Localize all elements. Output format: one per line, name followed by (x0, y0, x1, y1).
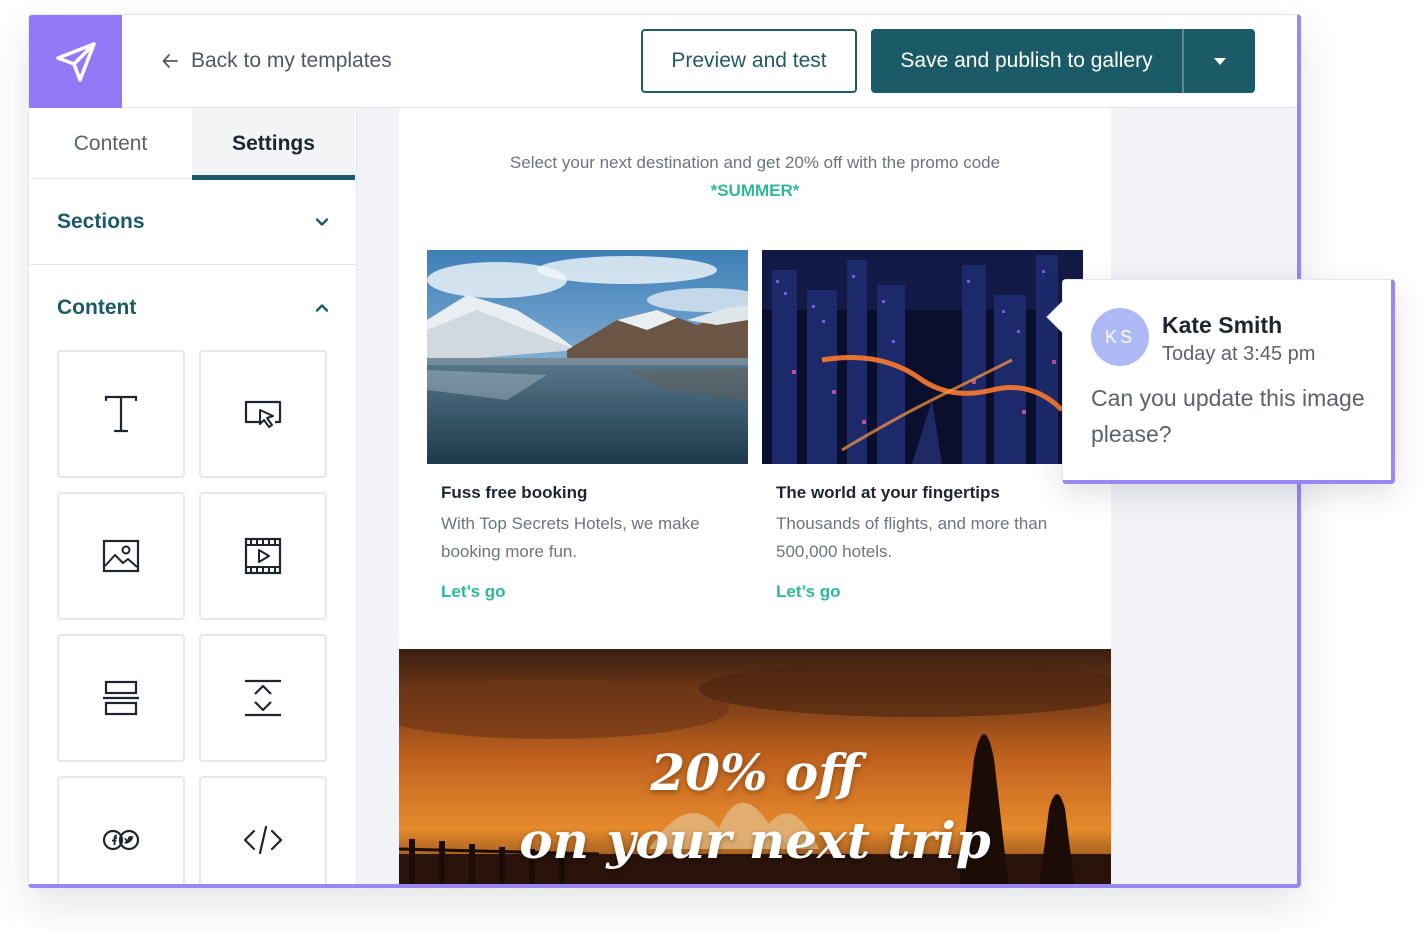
card-title: Fuss free booking (441, 483, 588, 502)
app-logo[interactable] (29, 15, 122, 108)
email-preview: Select your next destination and get 20%… (399, 108, 1111, 884)
sidebar: Content Settings Sections Content (29, 108, 357, 884)
sections-accordion-label: Sections (57, 209, 145, 233)
banner-headline: 20% off (650, 743, 860, 802)
social-block[interactable] (57, 776, 185, 884)
back-to-templates-link[interactable]: Back to my templates (161, 49, 392, 73)
image-icon (102, 539, 140, 573)
content-accordion-label: Content (57, 296, 137, 319)
email-card-world: The world at your fingertips Thousands o… (762, 250, 1083, 601)
content-accordion[interactable]: Content (29, 265, 356, 351)
comment-text: Can you update this image please? (1091, 385, 1365, 447)
email-card-booking: Fuss free booking With Top Secrets Hotel… (427, 250, 748, 601)
preview-and-test-button[interactable]: Preview and test (641, 29, 857, 93)
spacer-icon (245, 679, 281, 717)
card-title: The world at your fingertips (776, 483, 1000, 502)
social-icon (102, 829, 140, 851)
chevron-up-icon (315, 304, 329, 312)
button-block[interactable] (199, 350, 327, 478)
mountain-lake-graphic (427, 250, 748, 464)
tab-content[interactable]: Content (29, 108, 192, 179)
comment-timestamp: Today at 3:45 pm (1162, 343, 1316, 365)
card-link[interactable]: Let’s go (441, 582, 506, 602)
code-block[interactable] (199, 776, 327, 884)
comment-popover[interactable]: KS Kate Smith Today at 3:45 pm Can you u… (1046, 279, 1395, 484)
card-description: Thousands of flights, and more than 500,… (776, 514, 1048, 561)
promo-code: *SUMMER* (710, 181, 800, 200)
promo-banner[interactable]: 20% off on your next trip (399, 649, 1111, 884)
publish-options-dropdown[interactable] (1182, 29, 1255, 93)
video-icon (244, 537, 282, 575)
text-icon (104, 395, 138, 433)
city-night-image[interactable] (762, 250, 1083, 464)
divider-block[interactable] (57, 634, 185, 762)
caret-down-icon (1213, 57, 1226, 65)
tab-settings[interactable]: Settings (192, 108, 355, 180)
publish-button-group: Save and publish to gallery (871, 29, 1255, 93)
paper-plane-icon (55, 41, 96, 82)
button-icon (244, 400, 282, 428)
promo-text: Select your next destination and get 20%… (509, 153, 1001, 172)
text-block[interactable] (57, 350, 185, 478)
video-block[interactable] (199, 492, 327, 620)
top-bar: Back to my templates Preview and test Sa… (29, 15, 1297, 108)
sections-accordion[interactable]: Sections (29, 179, 356, 265)
comment-author: Kate Smith (1162, 312, 1283, 338)
divider-icon (103, 680, 139, 716)
code-icon (243, 825, 283, 855)
banner-subheadline: on your next trip (519, 811, 991, 870)
back-link-label: Back to my templates (191, 49, 392, 72)
card-description: With Top Secrets Hotels, we make booking… (441, 514, 700, 561)
image-block[interactable] (57, 492, 185, 620)
sidebar-tabs: Content Settings (29, 108, 356, 180)
email-canvas: Select your next destination and get 20%… (357, 108, 1297, 884)
save-and-publish-button[interactable]: Save and publish to gallery (871, 29, 1182, 93)
card-link[interactable]: Let’s go (776, 582, 841, 602)
chevron-down-icon (315, 217, 329, 226)
avatar: KS (1091, 308, 1149, 366)
mountain-lake-image[interactable] (427, 250, 748, 464)
arrow-left-icon (162, 54, 178, 68)
city-night-graphic (762, 250, 1083, 464)
spacer-block[interactable] (199, 634, 327, 762)
